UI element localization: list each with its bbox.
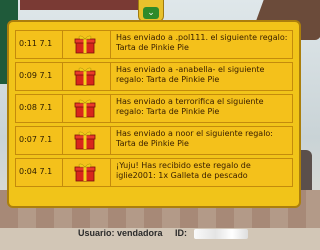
notification-time: 0:04 7.1 [19,167,53,176]
column-divider [62,63,63,90]
notification-message: ¡Yuju! Has recibido este regalo de iglie… [116,161,251,180]
id-label: ID: [175,228,188,238]
scroll-tab: ⌄ [138,0,164,22]
id-value-redacted [193,228,248,239]
notification-row: 0:07 7.1 Has enviado a noor el siguiente… [15,126,293,155]
scroll-down-button[interactable]: ⌄ [143,7,159,19]
gift-icon [74,98,96,118]
notification-time: 0:08 7.1 [19,103,53,112]
notification-time: 0:11 7.1 [19,39,53,48]
notifications-panel: 0:11 7.1 Has enviado a .pol111. el sigui… [7,20,301,208]
username-label: Usuario: vendadora [78,228,163,238]
column-divider [110,95,111,122]
notification-message: Has enviado a .pol111. el siguiente rega… [116,33,288,52]
notification-message: Has enviado a terrorifica el siguiente r… [116,97,264,116]
column-divider [62,127,63,154]
column-divider [110,159,111,186]
notification-message: Has enviado a -anabella- el siguiente re… [116,65,265,84]
notification-message: Has enviado a noor el siguiente regalo: … [116,129,274,148]
chevron-down-icon: ⌄ [147,8,155,18]
gift-icon [74,162,96,182]
column-divider [110,31,111,58]
column-divider [62,31,63,58]
notification-row: 0:08 7.1 Has enviado a terrorifica el si… [15,94,293,123]
column-divider [110,63,111,90]
gift-icon [74,66,96,86]
column-divider [62,95,63,122]
notification-time: 0:07 7.1 [19,135,53,144]
gift-icon [74,130,96,150]
user-info-bar: Usuario: vendadora ID: [40,228,280,242]
background-roof-strip [20,0,140,10]
gift-icon [74,34,96,54]
notification-row: 0:11 7.1 Has enviado a .pol111. el sigui… [15,30,293,59]
notification-row: 0:04 7.1 ¡Yuju! Has recibido este regalo… [15,158,293,187]
notification-row: 0:09 7.1 Has enviado a -anabella- el sig… [15,62,293,91]
notification-time: 0:09 7.1 [19,71,53,80]
notifications-list: 0:11 7.1 Has enviado a .pol111. el sigui… [15,30,293,190]
column-divider [110,127,111,154]
column-divider [62,159,63,186]
